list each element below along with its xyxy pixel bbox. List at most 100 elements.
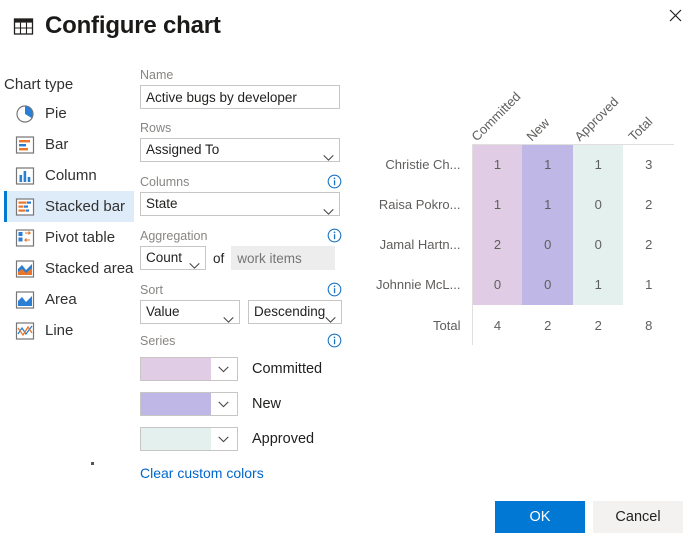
series-name: New	[252, 396, 281, 412]
cell: 1	[522, 145, 572, 185]
dialog-footer: OK Cancel	[0, 488, 691, 548]
cell: 1	[472, 145, 522, 185]
chevron-down-icon	[211, 393, 237, 415]
cancel-button[interactable]: Cancel	[593, 501, 683, 533]
chevron-down-icon	[223, 309, 234, 316]
sort-row: Value Descending	[140, 300, 342, 324]
chart-type-item-label: Line	[45, 322, 73, 339]
info-icon[interactable]	[327, 228, 342, 243]
bar-chart-icon	[15, 135, 35, 155]
chart-type-item-label: Pivot table	[45, 229, 115, 246]
chart-type-item-pivot-table[interactable]: Pivot table	[4, 222, 134, 253]
chart-type-item-pie[interactable]: Pie	[4, 98, 134, 129]
aggregation-of-text: of	[213, 251, 224, 266]
series-row: Committed	[140, 351, 342, 386]
pivot-table-icon	[15, 228, 35, 248]
series-color-picker-new[interactable]	[140, 392, 238, 416]
table-row: Christie Ch... 1 1 1 3	[374, 145, 674, 185]
row-label: Jamal Hartn...	[374, 225, 472, 265]
chart-type-item-label: Pie	[45, 105, 67, 122]
series-row: Approved	[140, 421, 342, 456]
aggregation-label: Aggregation	[140, 228, 342, 243]
preview-column-header: Committed	[468, 89, 523, 144]
chart-type-list: Pie Bar Column	[4, 98, 134, 346]
rows-select[interactable]: Assigned To	[140, 138, 340, 162]
cell-grand-total: 8	[623, 305, 674, 345]
sort-field-value: Value	[146, 304, 180, 319]
pie-chart-icon	[15, 104, 35, 124]
stray-dot	[91, 462, 94, 465]
cell: 1	[522, 185, 572, 225]
chevron-down-icon	[211, 428, 237, 450]
dialog-header: Configure chart	[13, 14, 221, 38]
table-row: Johnnie McL... 0 0 1 1	[374, 265, 674, 305]
color-swatch	[141, 393, 211, 415]
cell: 0	[573, 185, 623, 225]
series-color-picker-committed[interactable]	[140, 357, 238, 381]
chart-type-item-stacked-bar[interactable]: Stacked bar	[4, 191, 134, 222]
chevron-down-icon	[189, 255, 200, 262]
chart-type-item-bar[interactable]: Bar	[4, 129, 134, 160]
table-row-total: Total 4 2 2 8	[374, 305, 674, 345]
columns-select-value: State	[146, 196, 178, 211]
preview-column-header: Approved	[571, 94, 621, 144]
table-row: Jamal Hartn... 2 0 0 2	[374, 225, 674, 265]
series-label: Series	[140, 333, 342, 348]
configure-chart-dialog: Configure chart Chart type Pie	[0, 0, 691, 548]
sort-field-select[interactable]: Value	[140, 300, 240, 324]
line-chart-icon	[15, 321, 35, 341]
chart-type-item-label: Area	[45, 291, 77, 308]
chevron-down-icon	[323, 147, 334, 154]
chevron-down-icon	[325, 309, 336, 316]
cell-column-total: 2	[522, 305, 572, 345]
chart-type-item-area[interactable]: Area	[4, 284, 134, 315]
table-row: Raisa Pokro... 1 1 0 2	[374, 185, 674, 225]
stacked-bar-chart-icon	[15, 197, 35, 217]
sort-direction-value: Descending	[254, 304, 325, 319]
preview-column-headers: Committed New Approved Total	[374, 86, 674, 144]
chart-type-item-label: Stacked area	[45, 260, 133, 277]
cell: 1	[472, 185, 522, 225]
info-icon[interactable]	[327, 174, 342, 189]
chart-type-item-stacked-area[interactable]: Stacked area	[4, 253, 134, 284]
info-icon[interactable]	[327, 282, 342, 297]
cell-total: 2	[623, 225, 674, 265]
rows-label: Rows	[140, 121, 342, 135]
cell: 1	[573, 265, 623, 305]
row-label: Raisa Pokro...	[374, 185, 472, 225]
stacked-area-chart-icon	[15, 259, 35, 279]
columns-select[interactable]: State	[140, 192, 340, 216]
row-label: Johnnie McL...	[374, 265, 472, 305]
area-chart-icon	[15, 290, 35, 310]
sort-direction-select[interactable]: Descending	[248, 300, 342, 324]
row-label: Christie Ch...	[374, 145, 472, 185]
close-button[interactable]	[659, 0, 691, 30]
preview-table: Christie Ch... 1 1 1 3 Raisa Pokro... 1 …	[374, 144, 674, 345]
chart-type-label: Chart type	[4, 76, 73, 93]
sort-label: Sort	[140, 282, 342, 297]
cell: 0	[472, 265, 522, 305]
cell: 0	[522, 225, 572, 265]
preview-column-header-total: Total	[625, 114, 655, 144]
name-input[interactable]	[140, 85, 340, 109]
cell: 1	[573, 145, 623, 185]
table-chart-icon	[13, 16, 34, 37]
aggregation-function-select[interactable]: Count	[140, 246, 206, 270]
color-swatch	[141, 428, 211, 450]
aggregation-target-input	[231, 246, 335, 270]
chevron-down-icon	[211, 358, 237, 380]
cell-total: 2	[623, 185, 674, 225]
chart-type-item-column[interactable]: Column	[4, 160, 134, 191]
cell-total: 1	[623, 265, 674, 305]
cell: 2	[472, 225, 522, 265]
cell-total: 3	[623, 145, 674, 185]
clear-custom-colors-link[interactable]: Clear custom colors	[140, 465, 264, 481]
color-swatch	[141, 358, 211, 380]
info-icon[interactable]	[327, 333, 342, 348]
column-chart-icon	[15, 166, 35, 186]
row-label-total: Total	[374, 305, 472, 345]
series-color-picker-approved[interactable]	[140, 427, 238, 451]
ok-button[interactable]: OK	[495, 501, 585, 533]
chevron-down-icon	[323, 201, 334, 208]
chart-type-item-line[interactable]: Line	[4, 315, 134, 346]
